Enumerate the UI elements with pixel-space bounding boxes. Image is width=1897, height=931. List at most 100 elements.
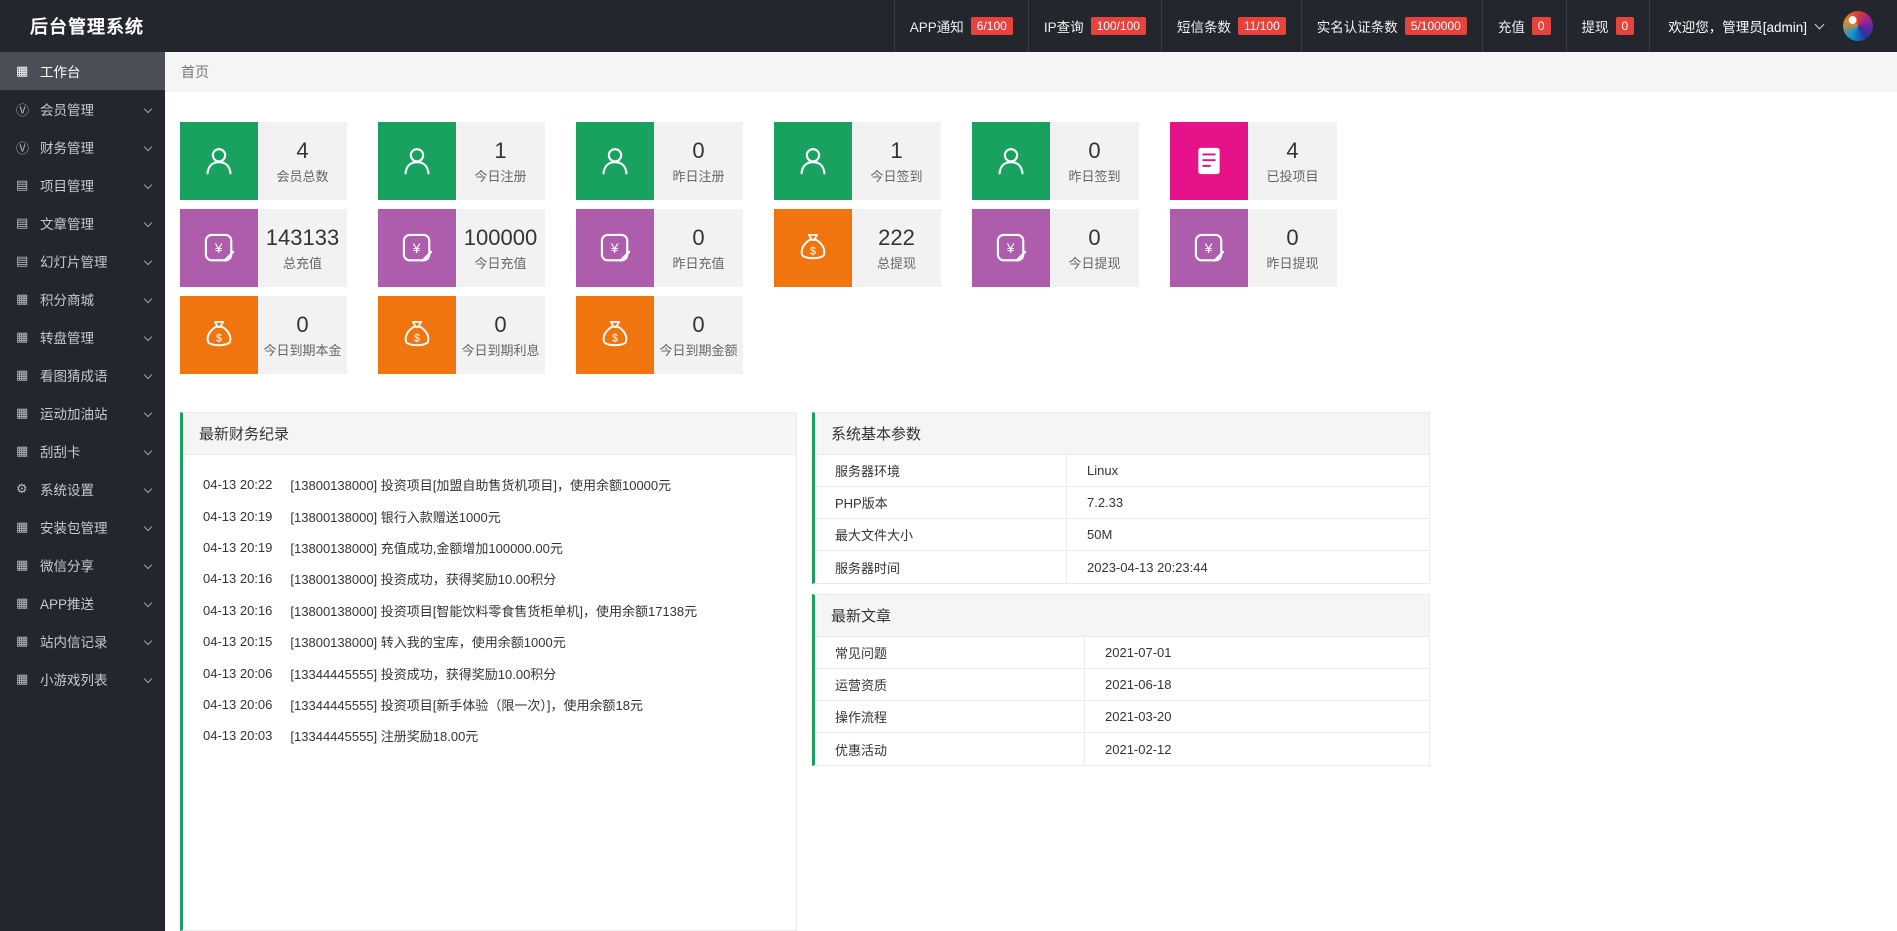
app-title: 后台管理系统: [30, 17, 144, 37]
table-cell-value: 2023-04-13 20:23:44: [1087, 559, 1208, 575]
header-stat-1[interactable]: APP通知 6/100: [893, 0, 1028, 52]
sidebar-item-16[interactable]: ▦ 站内信记录: [0, 622, 165, 660]
stat-card-11[interactable]: ¥0 今日提现: [972, 209, 1139, 287]
breadcrumb-home[interactable]: 首页: [181, 62, 209, 82]
sidebar-item-1[interactable]: ▦ 工作台: [0, 52, 165, 90]
sidebar-item-17[interactable]: ▦ 小游戏列表: [0, 660, 165, 698]
stat-card-9[interactable]: ¥0 昨日充值: [576, 209, 743, 287]
stat-card-label: 总提现: [876, 255, 916, 271]
finance-record: 04-13 20:19 [13800138000] 充值成功,金额增加100000…: [203, 532, 776, 563]
finance-records-panel: 最新财务纪录 04-13 20:22 [13800138000] 投资项目[加盟自…: [180, 412, 797, 931]
stat-card-value: 0: [1286, 224, 1299, 250]
record-time: 04-13 20:15: [203, 634, 273, 650]
sidebar-item-6[interactable]: ▤ 幻灯片管理: [0, 242, 165, 280]
sidebar-item-2[interactable]: Ⓥ 会员管理: [0, 90, 165, 128]
article-link[interactable]: 优惠活动: [815, 733, 1085, 765]
stat-card-value: 0: [692, 224, 705, 250]
settings-icon: ⚙: [16, 481, 28, 496]
user-menu[interactable]: 欢迎您，管理员[admin]: [1649, 0, 1841, 52]
sidebar-item-4[interactable]: ▤ 项目管理: [0, 166, 165, 204]
main-layout: ▦ 工作台 Ⓥ 会员管理 Ⓥ 财务管理 ▤ 项目管理 ▤ 文章管理 ▤ 幻灯片管理 ▦ 积分商城 ▦ 转盘管理…: [0, 52, 1897, 931]
sidebar-item-10[interactable]: ▦ 运动加油站: [0, 394, 165, 432]
stat-card-14[interactable]: $0 今日到期利息: [378, 296, 545, 374]
svg-text:¥: ¥: [214, 240, 223, 256]
svg-text:¥: ¥: [1204, 240, 1213, 256]
table-row: 服务器环境 Linux: [815, 455, 1429, 487]
articles-panel-title: 最新文章: [815, 595, 1429, 637]
stat-card-label: 总充值: [282, 255, 322, 271]
table-row: 操作流程 2021-03-20: [815, 701, 1429, 733]
sidebar-item-11[interactable]: ▦ 刮刮卡: [0, 432, 165, 470]
stat-card-5[interactable]: 0 昨日签到: [972, 122, 1139, 200]
sidebar-item-7[interactable]: ▦ 积分商城: [0, 280, 165, 318]
header-stat-label: 提现: [1581, 20, 1609, 35]
record-time: 04-13 20:06: [203, 696, 273, 712]
stat-card-4[interactable]: 1 今日签到: [774, 122, 941, 200]
record-text: [13800138000] 银行入款赠送1000元: [290, 509, 501, 525]
sidebar-item-label: 刮刮卡: [40, 445, 81, 460]
finance-record: 04-13 20:16 [13800138000] 投资成功，获得奖励10.00积…: [203, 563, 776, 594]
header-stat-2[interactable]: IP查询 100/100: [1027, 0, 1161, 52]
stat-card-label: 昨日提现: [1266, 255, 1319, 271]
sidebar-item-label: 工作台: [40, 65, 81, 80]
stat-card-12[interactable]: ¥0 昨日提现: [1170, 209, 1337, 287]
stat-card-label: 今日到期利息: [461, 342, 540, 358]
stat-card-7[interactable]: ¥143133 总充值: [180, 209, 347, 287]
sidebar-item-label: 站内信记录: [40, 635, 108, 650]
sidebar-item-14[interactable]: ▦ 微信分享: [0, 546, 165, 584]
system-params-table: 服务器环境 Linux PHP版本 7.2.33 最大文件大小 50M 服务器时间 2023-…: [815, 455, 1429, 583]
header-stat-badge: 100/100: [1090, 17, 1146, 35]
points-mall-icon: ▦: [16, 291, 29, 306]
stat-card-body: 0 今日到期金额: [654, 296, 743, 374]
sidebar-item-12[interactable]: ⚙ 系统设置: [0, 470, 165, 508]
article-link[interactable]: 操作流程: [815, 701, 1085, 732]
table-row: PHP版本 7.2.33: [815, 487, 1429, 519]
header-stat-5[interactable]: 充值 0: [1481, 0, 1566, 52]
svg-text:¥: ¥: [610, 240, 619, 256]
header-stat-label: IP查询: [1043, 20, 1084, 35]
sidebar-item-9[interactable]: ▦ 看图猜成语: [0, 356, 165, 394]
sidebar-item-3[interactable]: Ⓥ 财务管理: [0, 128, 165, 166]
stat-card-2[interactable]: 1 今日注册: [378, 122, 545, 200]
stat-card-13[interactable]: $0 今日到期本金: [180, 296, 347, 374]
stat-card-value: 0: [692, 311, 705, 337]
moneybag-icon: $: [576, 296, 654, 374]
stat-card-body: 0 昨日注册: [654, 122, 743, 200]
stat-card-3[interactable]: 0 昨日注册: [576, 122, 743, 200]
yen-icon: ¥: [576, 209, 654, 287]
header-stat-badge: 5/100000: [1404, 17, 1467, 35]
projects-icon: ▤: [16, 177, 29, 192]
stat-card-15[interactable]: $0 今日到期金额: [576, 296, 743, 374]
scratch-card-icon: ▦: [16, 443, 29, 458]
article-link[interactable]: 常见问题: [815, 637, 1085, 668]
header-stat-badge: 0: [1615, 17, 1635, 35]
record-text: [13800138000] 转入我的宝库，使用余额1000元: [290, 635, 566, 651]
sidebar-item-13[interactable]: ▦ 安装包管理: [0, 508, 165, 546]
stat-card-10[interactable]: $222 总提现: [774, 209, 941, 287]
record-text: [13800138000] 充值成功,金额增加100000.00元: [290, 540, 563, 556]
stat-card-label: 已投项目: [1266, 168, 1319, 184]
chevron-down-icon: [143, 332, 153, 342]
stat-card-6[interactable]: 4 已投项目: [1170, 122, 1337, 200]
sidebar-item-8[interactable]: ▦ 转盘管理: [0, 318, 165, 356]
stat-card-body: 0 昨日充值: [654, 209, 743, 287]
user-avatar[interactable]: [1843, 11, 1873, 41]
header-stat-4[interactable]: 实名认证条数 5/100000: [1300, 0, 1482, 52]
header-stat-3[interactable]: 短信条数 11/100: [1160, 0, 1301, 52]
sidebar-item-15[interactable]: ▦ APP推送: [0, 584, 165, 622]
table-row: 服务器时间 2023-04-13 20:23:44: [815, 551, 1429, 583]
chevron-down-icon: [143, 446, 153, 456]
sidebar-item-5[interactable]: ▤ 文章管理: [0, 204, 165, 242]
table-cell-value: 2021-06-18: [1105, 677, 1172, 692]
header-stat-badge: 0: [1531, 17, 1551, 35]
table-cell-value: 7.2.33: [1087, 495, 1124, 510]
stat-card-label: 今日到期本金: [263, 342, 342, 358]
stat-card-1[interactable]: 4 会员总数: [180, 122, 347, 200]
stat-card-value: 0: [494, 311, 507, 337]
header-stat-6[interactable]: 提现 0: [1565, 0, 1650, 52]
stat-card-body: 143133 总充值: [258, 209, 347, 287]
article-link[interactable]: 运营资质: [815, 669, 1085, 700]
yen-icon: ¥: [972, 209, 1050, 287]
stat-card-8[interactable]: ¥100000 今日充值: [378, 209, 545, 287]
stat-card-value: 0: [692, 137, 705, 163]
